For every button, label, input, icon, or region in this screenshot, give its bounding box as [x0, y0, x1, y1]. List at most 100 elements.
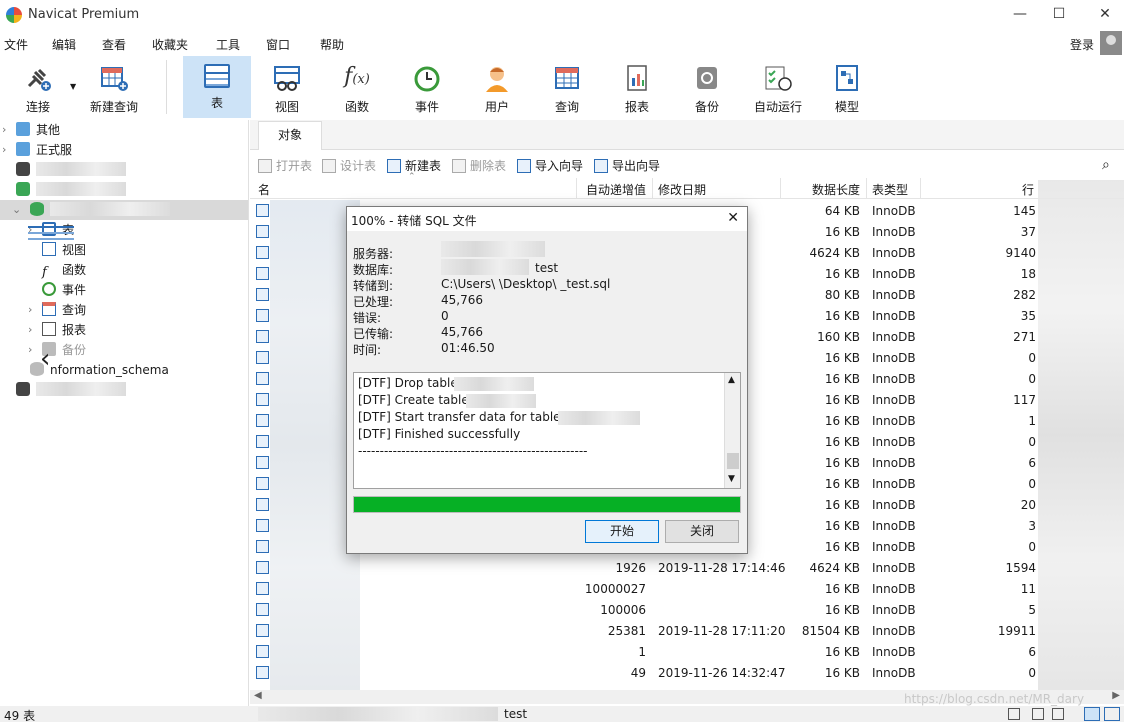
tree-item-information-schema[interactable]: nformation_schema [30, 360, 169, 380]
tree-item-events[interactable]: 事件 [42, 280, 86, 300]
tree-item-functions[interactable]: f 函数 [42, 260, 86, 280]
connection-icon [16, 182, 30, 196]
toolbar-user-button[interactable]: 用户 [463, 56, 531, 118]
table-row[interactable]: 1926 2019-11-28 17:14:46 4624 KB InnoDB 1594 [250, 557, 1124, 578]
maximize-icon[interactable]: ☐ [1051, 6, 1067, 22]
cell-data-length: 16 KB [824, 351, 860, 365]
cell-data-length: 16 KB [824, 309, 860, 323]
table-row[interactable]: 1 16 KB InnoDB 6 [250, 641, 1124, 662]
menu-view[interactable]: 查看 [102, 36, 126, 53]
cell-auto-increment: 49 [630, 666, 646, 680]
log-scroll-thumb[interactable] [727, 453, 739, 469]
close-button[interactable]: 关闭 [665, 520, 739, 543]
col-auto-increment[interactable]: 自动递增值 [586, 181, 646, 198]
toolbar-backup-button[interactable]: 备份 [673, 56, 741, 118]
menu-help[interactable]: 帮助 [320, 36, 344, 53]
report-icon [622, 64, 652, 92]
tree-item-connection-2[interactable] [16, 380, 136, 400]
col-rows[interactable]: 行 [1022, 181, 1034, 198]
cell-data-length: 80 KB [824, 288, 860, 302]
tab-objects[interactable]: 对象 [258, 121, 322, 150]
tree-item-prod[interactable]: › 正式服 [0, 140, 72, 160]
col-data-length[interactable]: 数据长度 [812, 181, 860, 198]
design-table-button[interactable]: 设计表 [322, 157, 376, 174]
toolbar-table-button[interactable]: 表 [183, 56, 251, 118]
database-icon [30, 202, 44, 216]
table-row[interactable]: 100006 16 KB InnoDB 5 [250, 599, 1124, 620]
close-icon[interactable]: ✕ [1097, 6, 1113, 22]
tree-item-reports[interactable]: › 报表 [28, 320, 86, 340]
toolbar-new-query-button[interactable]: 新建查询 [80, 56, 148, 118]
cell-rows: 3 [1028, 519, 1036, 533]
scroll-right-icon[interactable]: ▶ [1112, 690, 1120, 701]
minimize-icon[interactable]: — [1012, 6, 1028, 22]
search-icon[interactable]: ⌕ [1102, 157, 1110, 173]
toolbar-connect-button[interactable]: 连接 [4, 56, 72, 118]
tree-item-queries[interactable]: › 查询 [28, 300, 86, 320]
scroll-left-icon[interactable]: ◀ [254, 690, 262, 701]
status-database: test [504, 707, 528, 721]
list-view-icon[interactable] [1008, 708, 1020, 720]
cell-data-length: 16 KB [824, 393, 860, 407]
tree-item-views[interactable]: 视图 [42, 240, 86, 260]
cell-table-type: InnoDB [872, 561, 916, 575]
start-button[interactable]: 开始 [585, 520, 659, 543]
tab-bar [250, 120, 1124, 150]
login-link[interactable]: 登录 [1070, 36, 1094, 53]
menu-edit[interactable]: 编辑 [52, 36, 76, 53]
clock-icon [412, 64, 442, 92]
log-scrollbar[interactable]: ▲ ▼ [724, 373, 740, 488]
delete-table-button[interactable]: 删除表 [452, 157, 506, 174]
toolbar-function-button[interactable]: f(x) 函数 [323, 56, 391, 118]
toolbar-report-button[interactable]: 报表 [603, 56, 671, 118]
tree-item-connection-open[interactable] [16, 180, 136, 200]
import-wizard-button[interactable]: 导入向导 [517, 157, 583, 174]
open-table-button[interactable]: 打开表 [258, 157, 312, 174]
cell-rows: 6 [1028, 456, 1036, 470]
dialog-field: 转储到: C:\Users\ \Desktop\ _test.sql [353, 277, 733, 293]
cell-table-type: InnoDB [872, 582, 916, 596]
toolbar-schedule-button[interactable]: 自动运行 [743, 56, 813, 118]
scroll-up-icon[interactable]: ▲ [728, 375, 735, 385]
info-pane-icon[interactable] [1104, 707, 1120, 721]
menu-favorites[interactable]: 收藏夹 [152, 36, 188, 53]
view-icon [42, 242, 56, 256]
tree-item-other[interactable]: › 其他 [0, 120, 60, 140]
menu-tools[interactable]: 工具 [216, 36, 240, 53]
avatar[interactable] [1100, 31, 1122, 55]
cell-rows: 1594 [1005, 561, 1036, 575]
cell-table-type: InnoDB [872, 330, 916, 344]
scroll-down-icon[interactable]: ▼ [728, 474, 735, 484]
tree-item-database[interactable]: ⌄ [0, 200, 248, 220]
detail-view-icon[interactable] [1032, 708, 1044, 720]
toolbar-query-button[interactable]: 查询 [533, 56, 601, 118]
col-table-type[interactable]: 表类型 [872, 181, 908, 198]
col-name[interactable]: 名 [258, 181, 270, 198]
function-icon: f(x) [344, 64, 370, 89]
toolbar-model-button[interactable]: 模型 [813, 56, 881, 118]
cell-table-type: InnoDB [872, 477, 916, 491]
preview-pane-icon[interactable] [1084, 707, 1100, 721]
table-row[interactable]: 25381 2019-11-28 17:11:20 81504 KB InnoDB 19… [250, 620, 1124, 641]
dialog-close-icon[interactable]: ✕ [727, 210, 739, 226]
tree-item-connection[interactable] [16, 160, 136, 180]
er-view-icon[interactable] [1052, 708, 1064, 720]
tree-item-backups[interactable]: › 备份 [28, 340, 86, 360]
cell-modified-date: 2019-11-26 14:32:47 [658, 666, 786, 680]
table-row[interactable]: 49 2019-11-26 14:32:47 16 KB InnoDB 0 [250, 662, 1124, 683]
tree-item-tables[interactable]: › 表 [28, 220, 74, 240]
new-table-icon [387, 159, 401, 173]
cell-data-length: 160 KB [817, 330, 860, 344]
query-icon [42, 302, 56, 316]
export-wizard-button[interactable]: 导出向导 [594, 157, 660, 174]
table-row[interactable]: 10000027 16 KB InnoDB 11 [250, 578, 1124, 599]
connect-dropdown-icon[interactable]: ▼ [70, 82, 76, 91]
menu-window[interactable]: 窗口 [266, 36, 290, 53]
cell-rows: 0 [1028, 351, 1036, 365]
col-modified-date[interactable]: 修改日期 [658, 181, 706, 198]
menu-file[interactable]: 文件 [4, 36, 28, 53]
toolbar-event-button[interactable]: 事件 [393, 56, 461, 118]
transfer-log[interactable]: ▲ ▼ [DTF] Drop table [DTF] Create table: [… [353, 372, 741, 489]
cell-data-length: 64 KB [824, 204, 860, 218]
toolbar-view-button[interactable]: 视图 [253, 56, 321, 118]
